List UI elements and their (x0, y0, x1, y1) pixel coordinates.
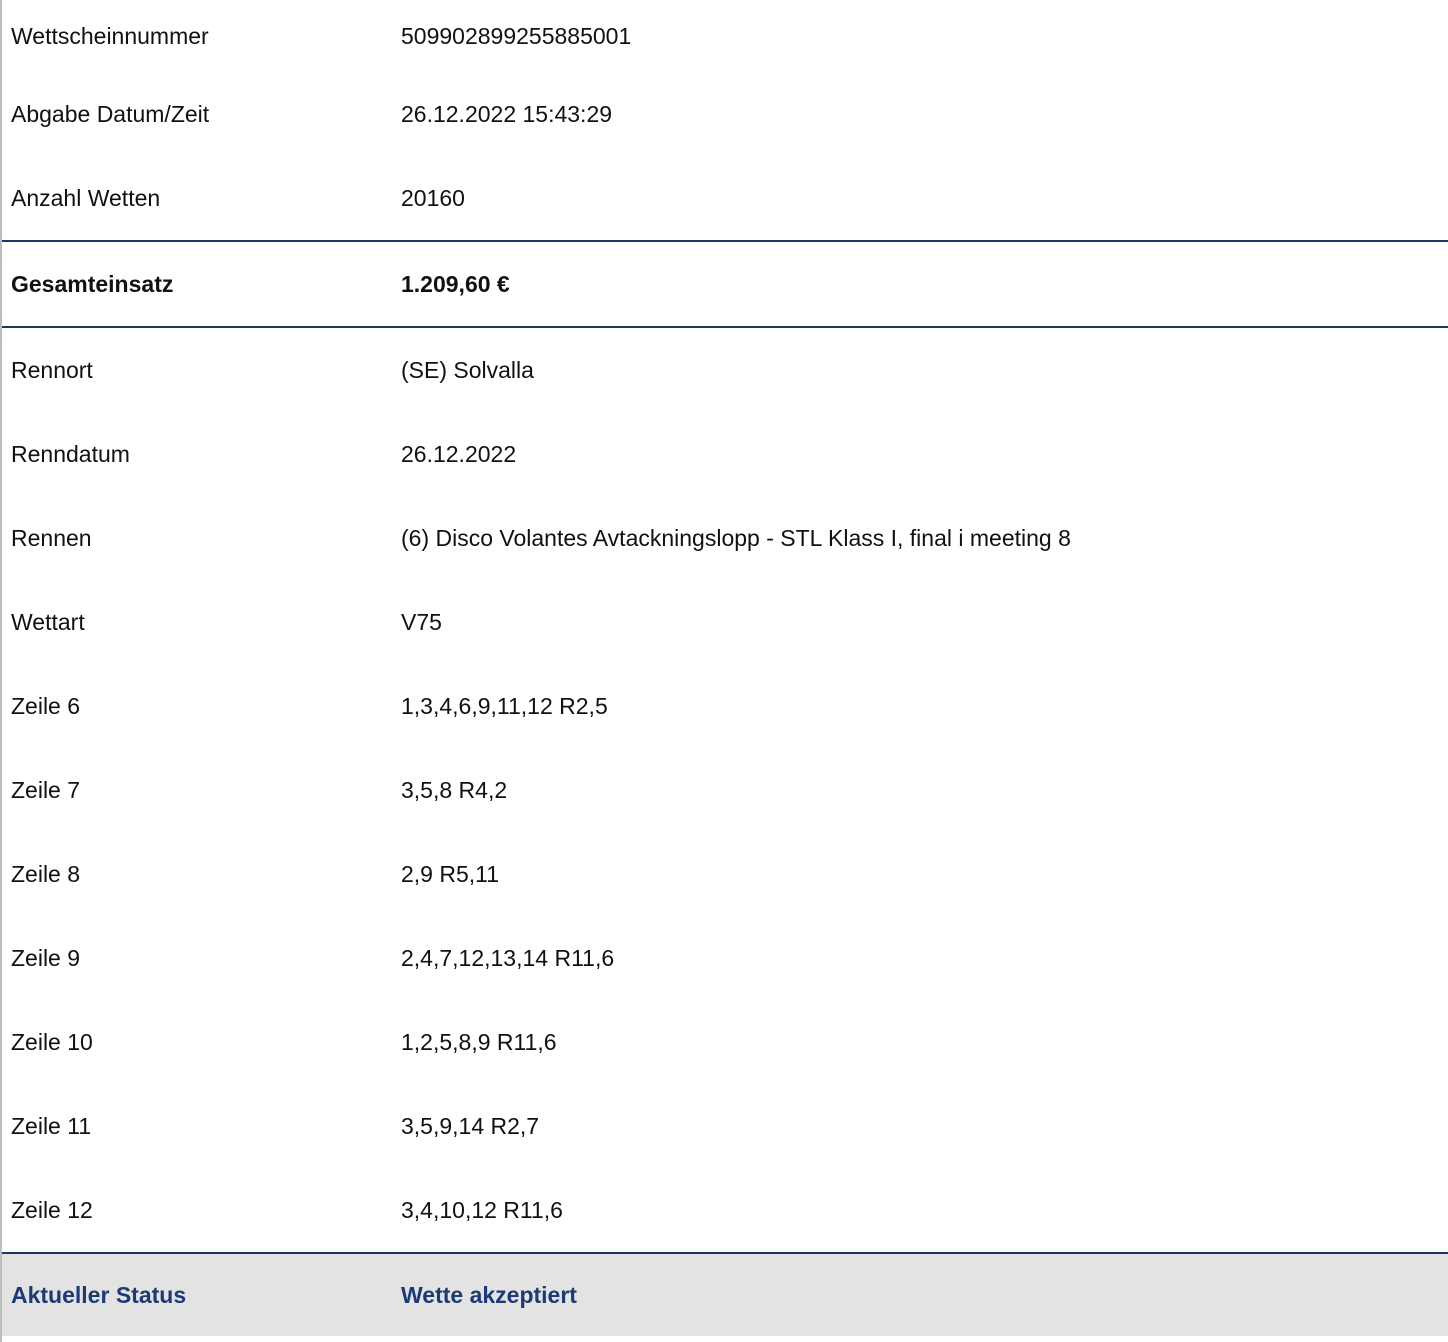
row-label: Zeile 9 (11, 944, 81, 971)
row-submission-datetime: Abgabe Datum/Zeit 26.12.2022 15:43:29 (2, 72, 1448, 156)
row-total-stake: Gesamteinsatz 1.209,60 € (2, 242, 1448, 326)
row-label: Zeile 6 (11, 692, 81, 719)
status-badge: Wette akzeptiert (401, 1281, 577, 1308)
row-label: Wettscheinnummer (11, 22, 209, 49)
row-ticket-number: Wettscheinnummer 509902899255885001 (2, 0, 1448, 72)
row-line-8: Zeile 8 2,9 R5,11 (2, 832, 1448, 916)
total-value: 1.209,60 € (401, 270, 510, 297)
row-value: 2,9 R5,11 (401, 860, 500, 887)
row-label: Zeile 7 (11, 776, 81, 803)
total-label: Gesamteinsatz (11, 270, 174, 297)
row-line-7: Zeile 7 3,5,8 R4,2 (2, 748, 1448, 832)
row-line-10: Zeile 10 1,2,5,8,9 R11,6 (2, 1000, 1448, 1084)
bet-slip-details: Wettscheinnummer 509902899255885001 Abga… (0, 0, 1448, 1342)
row-value: (6) Disco Volantes Avtackningslopp - STL… (401, 524, 1071, 551)
row-value: 3,5,9,14 R2,7 (401, 1112, 540, 1139)
row-label: Zeile 8 (11, 860, 81, 887)
row-label: Zeile 12 (11, 1196, 93, 1223)
row-label: Rennort (11, 356, 93, 383)
row-line-6: Zeile 6 1,3,4,6,9,11,12 R2,5 (2, 664, 1448, 748)
row-value: 1,3,4,6,9,11,12 R2,5 (401, 692, 608, 719)
row-race: Rennen (6) Disco Volantes Avtackningslop… (2, 496, 1448, 580)
row-line-11: Zeile 11 3,5,9,14 R2,7 (2, 1084, 1448, 1168)
row-value: 26.12.2022 (401, 440, 517, 467)
row-label: Zeile 10 (11, 1028, 93, 1055)
row-label: Zeile 11 (11, 1112, 92, 1139)
row-label: Anzahl Wetten (11, 184, 161, 211)
row-race-venue: Rennort (SE) Solvalla (2, 328, 1448, 412)
row-label: Wettart (11, 608, 85, 635)
row-label: Rennen (11, 524, 92, 551)
row-current-status: Aktueller Status Wette akzeptiert (2, 1254, 1448, 1336)
status-label: Aktueller Status (11, 1281, 187, 1308)
row-label: Abgabe Datum/Zeit (11, 100, 210, 127)
row-line-12: Zeile 12 3,4,10,12 R11,6 (2, 1168, 1448, 1252)
row-race-date: Renndatum 26.12.2022 (2, 412, 1448, 496)
row-value: 2,4,7,12,13,14 R11,6 (401, 944, 615, 971)
row-value: 3,5,8 R4,2 (401, 776, 508, 803)
row-line-9: Zeile 9 2,4,7,12,13,14 R11,6 (2, 916, 1448, 1000)
row-value: 3,4,10,12 R11,6 (401, 1196, 563, 1223)
row-value: 26.12.2022 15:43:29 (401, 100, 613, 127)
row-label: Renndatum (11, 440, 130, 467)
row-bet-count: Anzahl Wetten 20160 (2, 156, 1448, 240)
row-value: 20160 (401, 184, 465, 211)
row-value: 1,2,5,8,9 R11,6 (401, 1028, 557, 1055)
row-value: V75 (401, 608, 442, 635)
row-bet-type: Wettart V75 (2, 580, 1448, 664)
row-value: (SE) Solvalla (401, 356, 534, 383)
row-value: 509902899255885001 (401, 22, 632, 49)
